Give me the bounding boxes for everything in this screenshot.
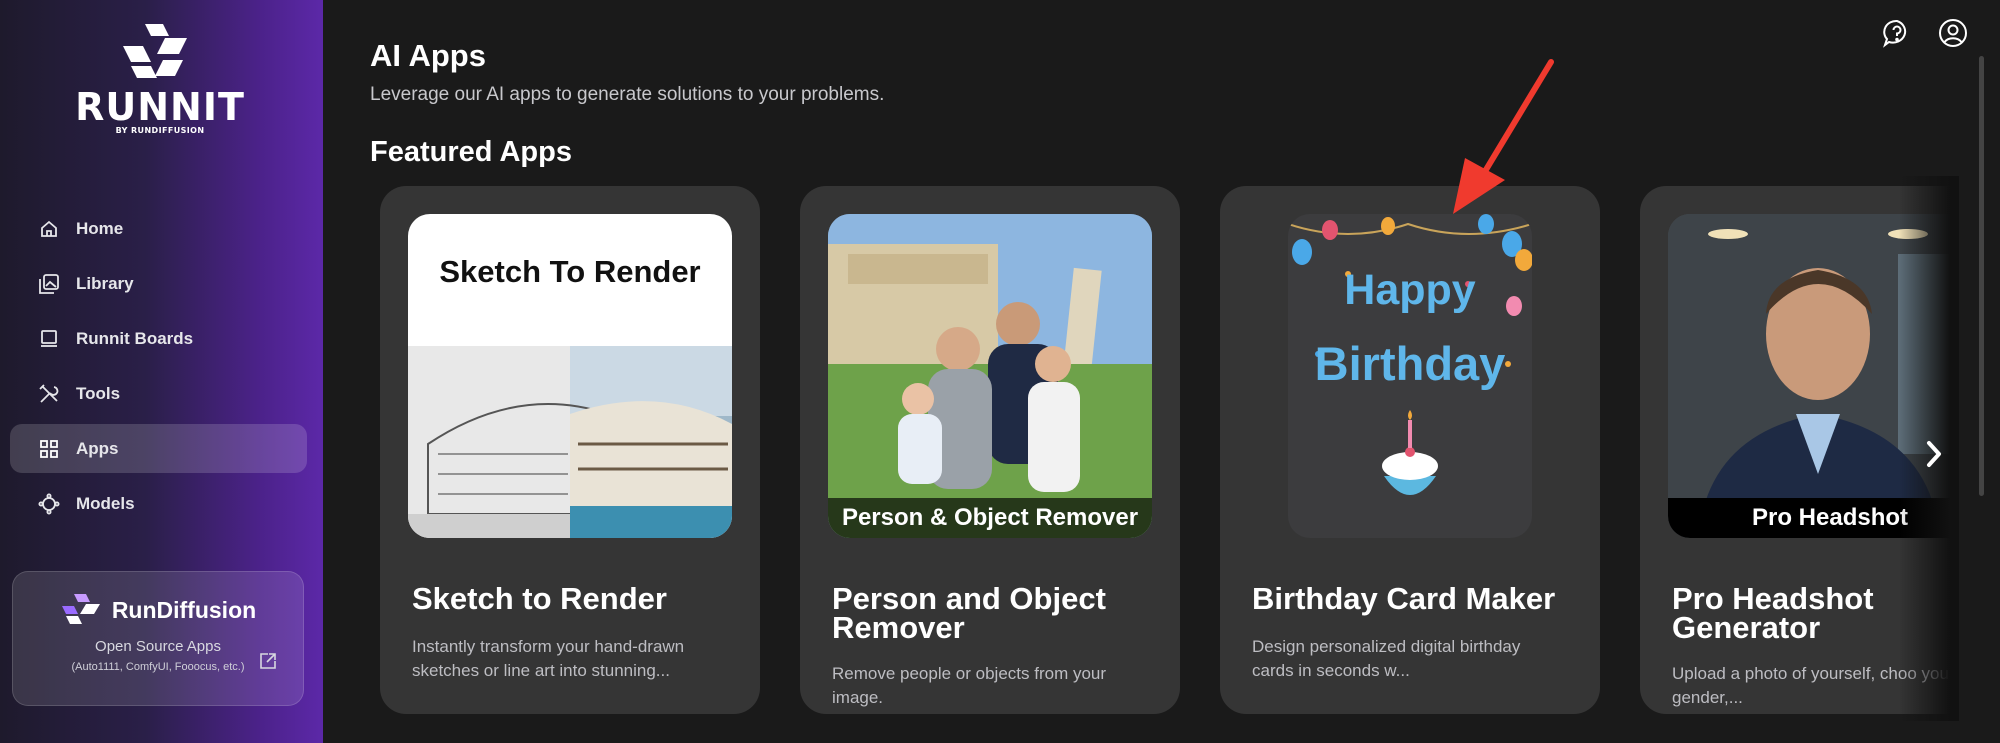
page-scrollbar[interactable] [1979, 56, 1984, 496]
app-card-title: Birthday Card Maker [1252, 581, 1556, 616]
top-right-toolbar [1880, 16, 1970, 50]
tools-icon [38, 383, 60, 405]
external-link-icon[interactable] [259, 652, 277, 674]
thumbnail-text-birthday: Birthday [1314, 337, 1506, 390]
boards-icon [38, 328, 60, 350]
featured-apps-heading: Featured Apps [370, 136, 572, 168]
sidebar-nav: Home Library Runnit Boards Tools Apps Mo… [10, 204, 307, 534]
help-chat-icon[interactable] [1880, 16, 1914, 50]
sidebar-item-label: Library [76, 273, 134, 293]
rundiffusion-promo-header: RunDiffusion [13, 594, 303, 626]
family-photo-illustration [828, 214, 1152, 538]
app-card-thumbnail: Person & Object Remover [828, 214, 1152, 538]
app-card-description: Remove people or objects from your image… [832, 664, 1107, 707]
main-content: AI Apps Leverage our AI apps to generate… [323, 0, 2000, 743]
apps-grid-icon [38, 438, 60, 460]
sidebar: RUNNIT BY RUNDIFFUSION Home Library Runn… [0, 0, 323, 743]
sidebar-item-label: Home [76, 218, 124, 238]
sidebar-item-label: Tools [76, 383, 121, 403]
home-icon [38, 218, 60, 240]
app-card-description: Design personalized digital birthday car… [1252, 637, 1521, 680]
sidebar-item-home[interactable]: Home [10, 204, 307, 253]
featured-apps-carousel: Sketch To Render Sketch to Render Instan… [380, 186, 1957, 714]
app-card-person-object-remover[interactable]: Person & Object Remover Person and Objec… [800, 186, 1180, 714]
runnit-logo[interactable]: RUNNIT BY RUNDIFFUSION [70, 24, 250, 154]
sidebar-item-label: Models [76, 493, 135, 513]
sidebar-item-models[interactable]: Models [10, 479, 307, 528]
app-card-thumbnail: Sketch To Render [408, 214, 732, 538]
models-icon [38, 492, 60, 515]
sidebar-item-tools[interactable]: Tools [10, 369, 307, 418]
page-subtitle: Leverage our AI apps to generate solutio… [370, 84, 885, 105]
carousel-next-chevron-icon[interactable] [1914, 434, 1954, 474]
rundiffusion-promo-title: RunDiffusion [111, 596, 257, 623]
app-card-title: Sketch to Render [412, 581, 667, 616]
sidebar-item-library[interactable]: Library [10, 259, 307, 308]
rundiffusion-promo-card[interactable]: RunDiffusion Open Source Apps (Auto1111,… [12, 571, 304, 706]
sidebar-item-apps[interactable]: Apps [10, 424, 307, 473]
runnit-logo-mark-icon [123, 24, 187, 78]
sidebar-item-label: Runnit Boards [76, 328, 194, 348]
app-card-description: Instantly transform your hand-drawn sket… [412, 637, 685, 680]
rundiffusion-logo-icon [61, 594, 100, 624]
sidebar-item-label: Apps [76, 438, 119, 458]
library-icon [38, 273, 60, 295]
app-card-thumbnail: Happy Birthday [1288, 214, 1532, 538]
thumbnail-caption: Person & Object Remover [828, 498, 1152, 538]
sketch-render-illustration [408, 346, 732, 538]
annotation-arrow-icon [1453, 59, 1554, 214]
thumbnail-text-happy: Happy [1344, 266, 1476, 314]
user-account-icon[interactable] [1936, 16, 1970, 50]
page-title: AI Apps [370, 38, 486, 73]
app-card-birthday-card-maker[interactable]: Happy Birthday Birthday Card Maker Desig… [1220, 186, 1600, 714]
app-card-title: Person and Object Remover [832, 581, 1106, 645]
app-card-sketch-to-render[interactable]: Sketch To Render Sketch to Render Instan… [380, 186, 760, 714]
brand-name: RUNNIT [75, 85, 245, 129]
sidebar-item-runnit-boards[interactable]: Runnit Boards [10, 314, 307, 363]
